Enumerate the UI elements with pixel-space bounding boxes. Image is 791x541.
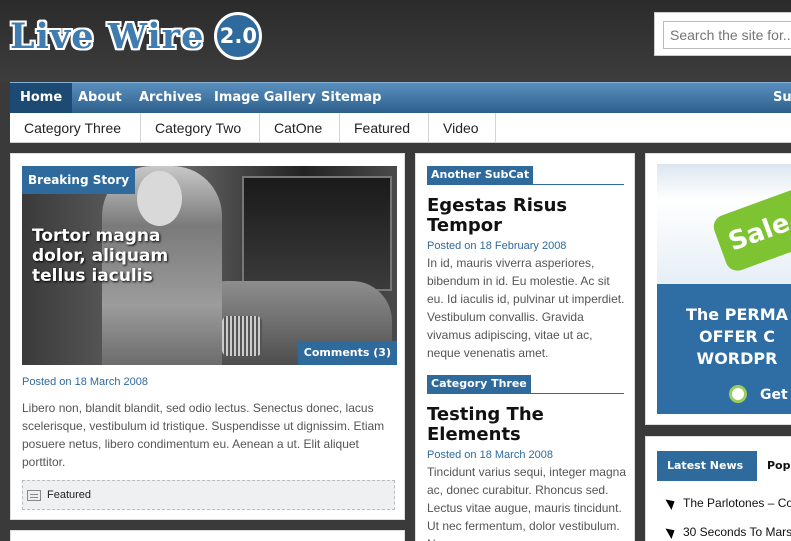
post-date: Posted on 18 February 2008 [427, 240, 567, 252]
nav-item-archives[interactable]: Archives [129, 83, 212, 113]
category-item-catone[interactable]: CatOne [260, 113, 340, 143]
filed-under: Featured [22, 480, 395, 510]
search-input[interactable] [663, 21, 791, 49]
post-excerpt: Tincidunt varius sequi, integer magna ac… [427, 465, 626, 541]
tab-bar: Latest News Popula [657, 451, 791, 481]
garage-background [242, 176, 392, 291]
post-title[interactable]: Testing The Elements [427, 405, 627, 445]
divider [427, 393, 624, 394]
category-item-three[interactable]: Category Three [10, 113, 141, 143]
post-date: Posted on 18 March 2008 [427, 449, 553, 461]
featured-image[interactable]: Breaking Story Tortor magna dolor, aliqu… [22, 166, 397, 365]
tab-popular[interactable]: Popula [757, 451, 791, 481]
news-item-link[interactable]: The Parlotones – Co [683, 496, 791, 510]
category-posts-panel: Another SubCat Egestas Risus Tempor Post… [415, 153, 635, 541]
post-excerpt: In id, mauris viverra asperiores, bibend… [427, 256, 625, 360]
logo-version-badge: 2.0 [214, 12, 263, 60]
ad-cta[interactable]: Get s [760, 387, 791, 403]
ad-panel: Sale The PERMA OFFER C WORDPR Get s [645, 153, 791, 425]
man-head [137, 171, 182, 226]
ad-banner[interactable]: Sale The PERMA OFFER C WORDPR Get s [657, 164, 791, 414]
nav-item-subscribe[interactable]: Sub [763, 83, 791, 113]
category-item-featured[interactable]: Featured [340, 113, 429, 143]
folder-icon [27, 489, 41, 501]
tab-latest-news[interactable]: Latest News [657, 451, 754, 481]
divider [427, 184, 624, 185]
nav-item-about[interactable]: About [68, 83, 132, 113]
post-title[interactable]: Egestas Risus Tempor [427, 196, 627, 236]
news-tabs-panel: Latest News Popula The Parlotones – Co 3… [645, 436, 791, 541]
featured-posted-date: Posted on 18 March 2008 [22, 376, 148, 388]
category-tag[interactable]: Category Three [427, 375, 531, 393]
car-grill [222, 316, 262, 356]
arrow-bullet-icon [665, 496, 678, 510]
cta-icon [729, 385, 747, 403]
category-nav: Category Three Category Two CatOne Featu… [10, 113, 791, 143]
featured-excerpt: Libero non, blandit blandit, sed odio le… [22, 401, 385, 469]
nav-item-image-gallery[interactable]: Image Gallery [204, 83, 326, 113]
category-tag[interactable]: Another SubCat [427, 166, 534, 184]
filed-category-link[interactable]: Featured [47, 489, 91, 501]
category-item-video[interactable]: Video [429, 113, 496, 143]
comments-link[interactable]: Comments (3) [297, 341, 397, 365]
featured-title[interactable]: Tortor magna dolor, aliquam tellus iacul… [32, 226, 192, 286]
nav-item-sitemap[interactable]: Sitemap [311, 83, 391, 113]
arrow-bullet-icon [665, 525, 678, 539]
news-item-link[interactable]: 30 Seconds To Mars [683, 525, 791, 539]
main-nav: Home About Archives Image Gallery Sitema… [10, 82, 791, 113]
category-item-two[interactable]: Category Two [141, 113, 260, 143]
ad-headline: The PERMA OFFER C WORDPR [685, 305, 788, 368]
site-header: Live Wire 2.0 [0, 0, 791, 82]
next-story-panel [10, 530, 405, 541]
featured-story-panel: Breaking Story Tortor magna dolor, aliqu… [10, 153, 405, 520]
search-box [654, 12, 791, 56]
breaking-story-badge: Breaking Story [22, 166, 136, 194]
site-logo[interactable]: Live Wire 2.0 [10, 10, 263, 62]
logo-text: Live Wire [10, 15, 205, 57]
nav-item-home[interactable]: Home [10, 83, 73, 113]
